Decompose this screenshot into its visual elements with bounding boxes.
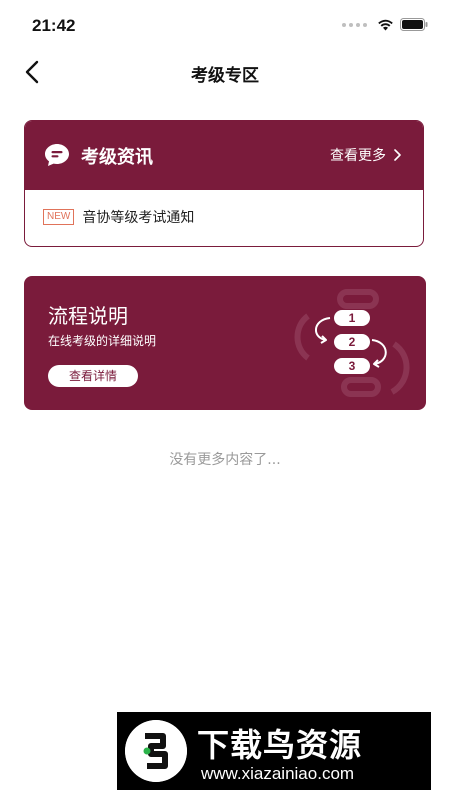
- status-icons: [342, 18, 428, 31]
- news-list-item[interactable]: NEW 音协等级考试通知: [43, 207, 194, 227]
- step-1-pill: 1: [334, 310, 370, 326]
- news-item-text: 音协等级考试通知: [82, 210, 195, 226]
- news-card: 考级资讯 查看更多 NEW 音协等级考试通知: [24, 120, 424, 247]
- step-3-pill: 3: [334, 358, 370, 374]
- news-card-title: 考级资讯: [81, 147, 153, 168]
- view-more-label: 查看更多: [330, 148, 386, 164]
- watermark-url: www.xiazainiao.com: [201, 764, 355, 783]
- watermark-title: 下载鸟资源: [197, 726, 363, 764]
- chat-bubble-icon: [45, 144, 69, 166]
- view-more-button[interactable]: 查看更多: [330, 145, 401, 165]
- process-steps-illustration: 1 2 3: [294, 289, 410, 397]
- step-2-pill: 2: [334, 334, 370, 350]
- step-2-label: 2: [349, 335, 356, 349]
- battery-icon: [400, 18, 428, 31]
- watermark-logo: [125, 720, 187, 782]
- process-card[interactable]: 流程说明 在线考级的详细说明 查看详情 1 2 3: [24, 276, 426, 410]
- new-badge: NEW: [43, 209, 75, 225]
- view-details-button[interactable]: 查看详情: [48, 365, 138, 387]
- status-bar: 21:42: [0, 0, 450, 48]
- step-1-label: 1: [349, 311, 356, 325]
- watermark-banner: 下载鸟资源 www.xiazainiao.com: [117, 712, 431, 790]
- nav-bar: 考级专区: [0, 50, 450, 94]
- wifi-icon: [378, 19, 393, 30]
- no-more-content-text: 没有更多内容了...: [169, 452, 281, 468]
- status-time: 21:42: [32, 16, 76, 35]
- chevron-right-icon: [394, 149, 401, 161]
- process-card-title: 流程说明: [48, 304, 128, 328]
- signal-dots-icon: [342, 22, 367, 27]
- process-card-subtitle: 在线考级的详细说明: [48, 334, 157, 348]
- step-3-label: 3: [349, 359, 356, 373]
- page-title: 考级专区: [191, 66, 259, 86]
- news-card-header: 考级资讯 查看更多: [25, 121, 423, 190]
